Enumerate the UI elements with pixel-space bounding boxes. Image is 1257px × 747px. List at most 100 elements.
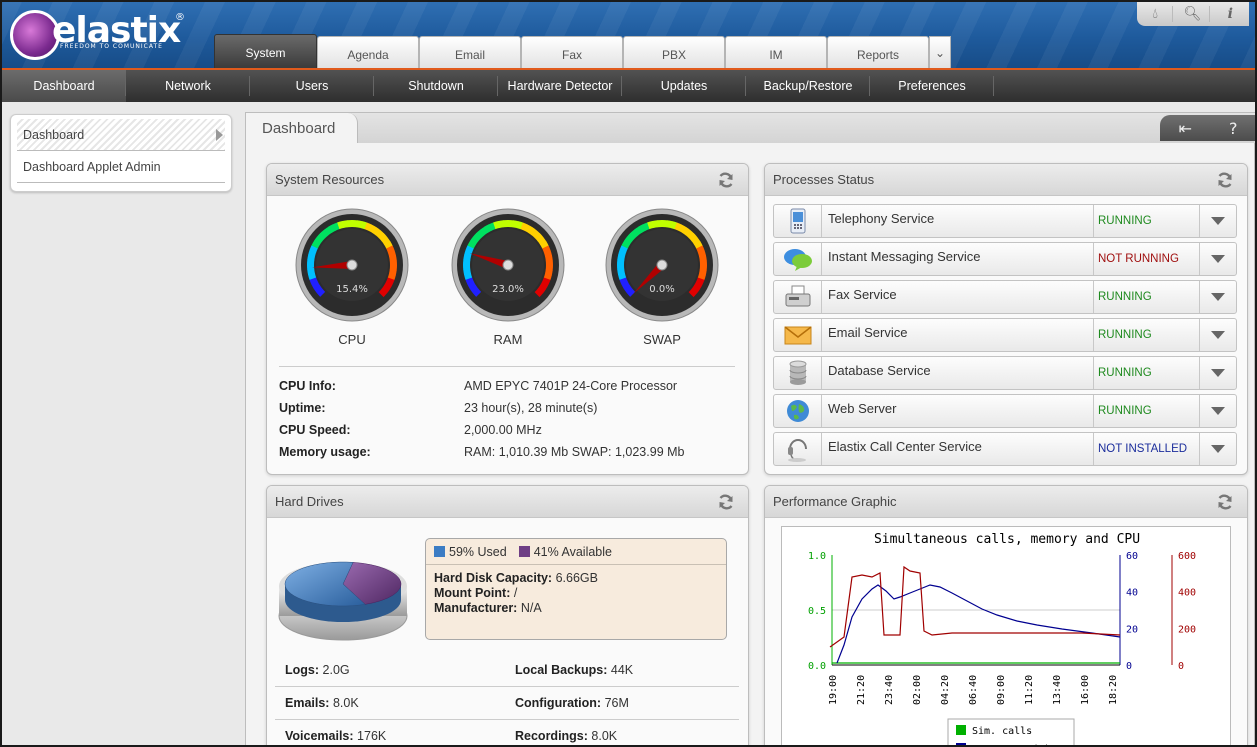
process-menu-chevron-down-icon[interactable] bbox=[1200, 357, 1236, 389]
disk-stat-label: Emails: bbox=[285, 696, 330, 710]
subnav-preferences[interactable]: Preferences bbox=[870, 70, 994, 102]
info-icon[interactable]: i bbox=[1213, 6, 1247, 22]
process-menu-chevron-down-icon[interactable] bbox=[1200, 319, 1236, 351]
subnav-updates[interactable]: Updates bbox=[622, 70, 746, 102]
search-icon[interactable]: 🔍︎ bbox=[1176, 6, 1210, 22]
fax-icon bbox=[774, 281, 822, 313]
process-name: Elastix Call Center Service bbox=[822, 433, 1094, 465]
panel-title: Performance Graphic bbox=[773, 494, 897, 509]
series-cpu-usage bbox=[836, 584, 1121, 664]
y-mid-tick: 20 bbox=[1126, 624, 1138, 635]
drop-icon[interactable]: 💧︎ bbox=[1139, 6, 1173, 22]
process-status: RUNNING bbox=[1094, 395, 1200, 427]
panel-header: Hard Drives bbox=[267, 486, 748, 518]
y-mid-tick: 40 bbox=[1126, 588, 1138, 599]
tab-agenda[interactable]: Agenda bbox=[317, 36, 419, 68]
x-tick: 09:00 bbox=[996, 675, 1007, 705]
top-toolbar: 💧︎ 🔍︎ i bbox=[1137, 2, 1249, 26]
panel-title: System Resources bbox=[275, 172, 385, 187]
disk-stat-value: 8.0K bbox=[332, 696, 359, 710]
legend-swatch bbox=[956, 725, 966, 735]
envelope-icon bbox=[774, 319, 822, 351]
manufacturer: Manufacturer: N/A bbox=[434, 601, 726, 616]
tab-fax[interactable]: Fax bbox=[521, 36, 623, 68]
manufacturer-label: Manufacturer: bbox=[434, 601, 518, 615]
subnav-network[interactable]: Network bbox=[126, 70, 250, 102]
legend-swatch bbox=[956, 743, 966, 745]
gauge-ram: 23.0% RAM bbox=[451, 208, 565, 347]
tabs-more-chevron-icon[interactable]: ⌄ bbox=[929, 36, 951, 68]
panel-header: System Resources bbox=[267, 164, 748, 196]
process-status: RUNNING bbox=[1094, 357, 1200, 389]
disk-stat-value: 8.0K bbox=[591, 729, 618, 743]
tab-im[interactable]: IM bbox=[725, 36, 827, 68]
info-key: CPU Speed: bbox=[279, 423, 351, 437]
subnav-hardware-detector[interactable]: Hardware Detector bbox=[498, 70, 622, 102]
x-tick: 11:20 bbox=[1024, 675, 1035, 705]
disk-stat: Voicemails: 176K bbox=[275, 729, 505, 743]
subnav-dashboard[interactable]: Dashboard bbox=[2, 70, 126, 102]
info-row: Memory usage: RAM: 1,010.39 Mb SWAP: 1,02… bbox=[279, 441, 735, 463]
gauge-dial: 15.4% bbox=[295, 208, 409, 322]
process-menu-chevron-down-icon[interactable] bbox=[1200, 433, 1236, 465]
y-right-tick: 200 bbox=[1178, 624, 1196, 635]
tab-reports[interactable]: Reports bbox=[827, 36, 929, 68]
disk-stats-table: Logs: 2.0G Local Backups: 44K Emails: 8.0K… bbox=[275, 654, 739, 745]
elastix-logo[interactable]: elastix ® FREEDOM TO COMUNICATE bbox=[10, 8, 190, 64]
logo-tagline: FREEDOM TO COMUNICATE bbox=[60, 43, 163, 50]
refresh-icon[interactable] bbox=[1215, 492, 1235, 512]
disk-stat-value: 76M bbox=[604, 696, 629, 710]
y-left-tick: 1.0 bbox=[808, 551, 826, 562]
gauge-value: 15.4% bbox=[336, 284, 368, 295]
subnav-shutdown[interactable]: Shutdown bbox=[374, 70, 498, 102]
disk-stat: Recordings: 8.0K bbox=[505, 729, 735, 743]
gauge-value: 0.0% bbox=[649, 284, 674, 295]
help-icon[interactable]: ? bbox=[1229, 119, 1238, 138]
y-left-tick: 0.5 bbox=[808, 606, 826, 617]
content-tab-dashboard[interactable]: Dashboard bbox=[246, 113, 358, 143]
info-row: Uptime: 23 hour(s), 28 minute(s) bbox=[279, 397, 735, 419]
tab-pbx[interactable]: PBX bbox=[623, 36, 725, 68]
refresh-icon[interactable] bbox=[716, 492, 736, 512]
disk-stat-label: Voicemails: bbox=[285, 729, 354, 743]
process-menu-chevron-down-icon[interactable] bbox=[1200, 395, 1236, 427]
process-status: RUNNING bbox=[1094, 205, 1200, 237]
subnav-backup-restore[interactable]: Backup/Restore bbox=[746, 70, 870, 102]
content-header: Dashboard ⇤ ? bbox=[246, 113, 1255, 143]
info-value: 2,000.00 MHz bbox=[464, 423, 542, 437]
tab-system[interactable]: System bbox=[214, 34, 317, 68]
disk-stat-value: 176K bbox=[357, 729, 387, 743]
processes-status-panel: Processes Status Telephony Service RUNNIN… bbox=[764, 163, 1248, 475]
disk-stat: Configuration: 76M bbox=[505, 696, 735, 710]
left-menu-item[interactable]: Dashboard Applet Admin bbox=[17, 151, 225, 183]
x-tick: 04:20 bbox=[940, 675, 951, 705]
chart-legend: Sim. calls CPU usage (%) bbox=[947, 718, 1075, 745]
process-name: Email Service bbox=[822, 319, 1094, 351]
info-key: CPU Info: bbox=[279, 379, 336, 393]
y-right-tick: 0 bbox=[1178, 661, 1184, 672]
tab-email[interactable]: Email bbox=[419, 36, 521, 68]
disk-capacity-value: 6.66GB bbox=[555, 571, 598, 585]
process-menu-chevron-down-icon[interactable] bbox=[1200, 243, 1236, 275]
process-row: Telephony Service RUNNING bbox=[773, 204, 1237, 238]
system-info-table: CPU Info: AMD EPYC 7401P 24-Core Processo… bbox=[279, 366, 735, 463]
refresh-icon[interactable] bbox=[716, 170, 736, 190]
process-menu-chevron-down-icon[interactable] bbox=[1200, 205, 1236, 237]
mount-point: Mount Point: / bbox=[434, 586, 726, 601]
left-menu-item[interactable]: Dashboard bbox=[17, 119, 225, 151]
database-icon bbox=[774, 357, 822, 389]
legend-used-label: 59% Used bbox=[449, 544, 507, 559]
collapse-sidebar-icon[interactable]: ⇤ bbox=[1179, 119, 1192, 138]
process-row: Web Server RUNNING bbox=[773, 394, 1237, 428]
x-tick: 13:40 bbox=[1052, 675, 1063, 705]
logo-registered: ® bbox=[175, 12, 185, 23]
info-row: CPU Speed: 2,000.00 MHz bbox=[279, 419, 735, 441]
process-status: RUNNING bbox=[1094, 319, 1200, 351]
process-menu-chevron-down-icon[interactable] bbox=[1200, 281, 1236, 313]
subnav-users[interactable]: Users bbox=[250, 70, 374, 102]
disk-stat-value: 44K bbox=[610, 663, 634, 677]
info-value: RAM: 1,010.39 Mb SWAP: 1,023.99 Mb bbox=[464, 445, 685, 459]
gauge-label: CPU bbox=[338, 332, 366, 347]
gauges: 15.4% CPU 23.0% RAM 0.0% SWAP bbox=[267, 200, 747, 350]
x-tick: 02:00 bbox=[912, 675, 923, 705]
